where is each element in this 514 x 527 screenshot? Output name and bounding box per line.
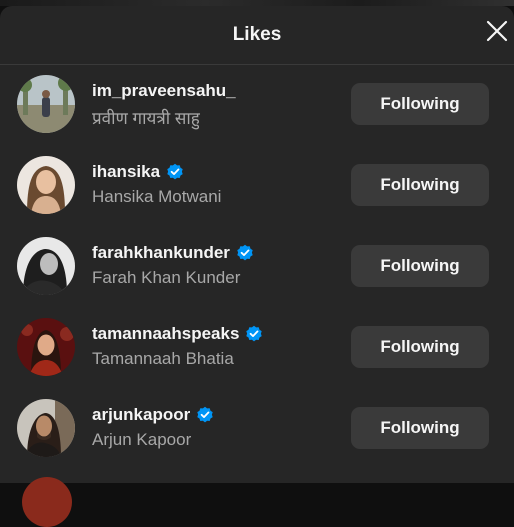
following-button[interactable]: Following bbox=[351, 245, 489, 287]
full-name: Tamannaah Bhatia bbox=[92, 349, 234, 368]
verified-badge-icon bbox=[246, 325, 263, 342]
username-link[interactable]: ihansika bbox=[92, 162, 160, 182]
dialog-title: Likes bbox=[232, 24, 282, 45]
full-name: Arjun Kapoor bbox=[92, 430, 192, 449]
likes-dialog: Likes im_praveensahu_ प्रवीण गायत्री साह… bbox=[0, 6, 514, 483]
list-item: arjunkapoor Arjun Kapoor Following bbox=[0, 389, 514, 470]
username-link[interactable]: farahkhankunder bbox=[92, 243, 230, 263]
full-name: प्रवीण गायत्री साहु bbox=[92, 109, 200, 128]
dialog-header: Likes bbox=[0, 6, 514, 65]
list-item: im_praveensahu_ प्रवीण गायत्री साहु Foll… bbox=[0, 65, 514, 146]
avatar[interactable] bbox=[17, 75, 75, 133]
verified-badge-icon bbox=[197, 406, 213, 423]
avatar[interactable] bbox=[17, 399, 75, 457]
list-item: tamannaahspeaks Tamannaah Bhatia Followi… bbox=[0, 308, 514, 389]
user-names: farahkhankunder Farah Khan Kunder bbox=[92, 241, 254, 288]
verified-badge-icon bbox=[167, 163, 183, 180]
full-name: Hansika Motwani bbox=[92, 187, 222, 206]
user-names: tamannaahspeaks Tamannaah Bhatia bbox=[92, 322, 263, 369]
user-names: im_praveensahu_ प्रवीण गायत्री साहु bbox=[92, 79, 236, 129]
close-button[interactable] bbox=[482, 16, 512, 46]
avatar[interactable] bbox=[22, 477, 72, 527]
user-names: arjunkapoor Arjun Kapoor bbox=[92, 403, 214, 450]
verified-badge-icon bbox=[237, 244, 253, 261]
list-item: ihansika Hansika Motwani Following bbox=[0, 146, 514, 227]
full-name: Farah Khan Kunder bbox=[92, 268, 241, 287]
close-icon bbox=[486, 20, 508, 42]
following-button[interactable]: Following bbox=[351, 326, 489, 368]
following-button[interactable]: Following bbox=[351, 407, 489, 449]
user-names: ihansika Hansika Motwani bbox=[92, 160, 221, 207]
username-link[interactable]: im_praveensahu_ bbox=[92, 81, 236, 101]
username-link[interactable]: tamannaahspeaks bbox=[92, 324, 239, 344]
list-item: farahkhankunder Farah Khan Kunder Follow… bbox=[0, 227, 514, 308]
following-button[interactable]: Following bbox=[351, 164, 489, 206]
avatar[interactable] bbox=[17, 318, 75, 376]
avatar[interactable] bbox=[17, 156, 75, 214]
avatar[interactable] bbox=[17, 237, 75, 295]
following-button[interactable]: Following bbox=[351, 83, 489, 125]
username-link[interactable]: arjunkapoor bbox=[92, 405, 190, 425]
